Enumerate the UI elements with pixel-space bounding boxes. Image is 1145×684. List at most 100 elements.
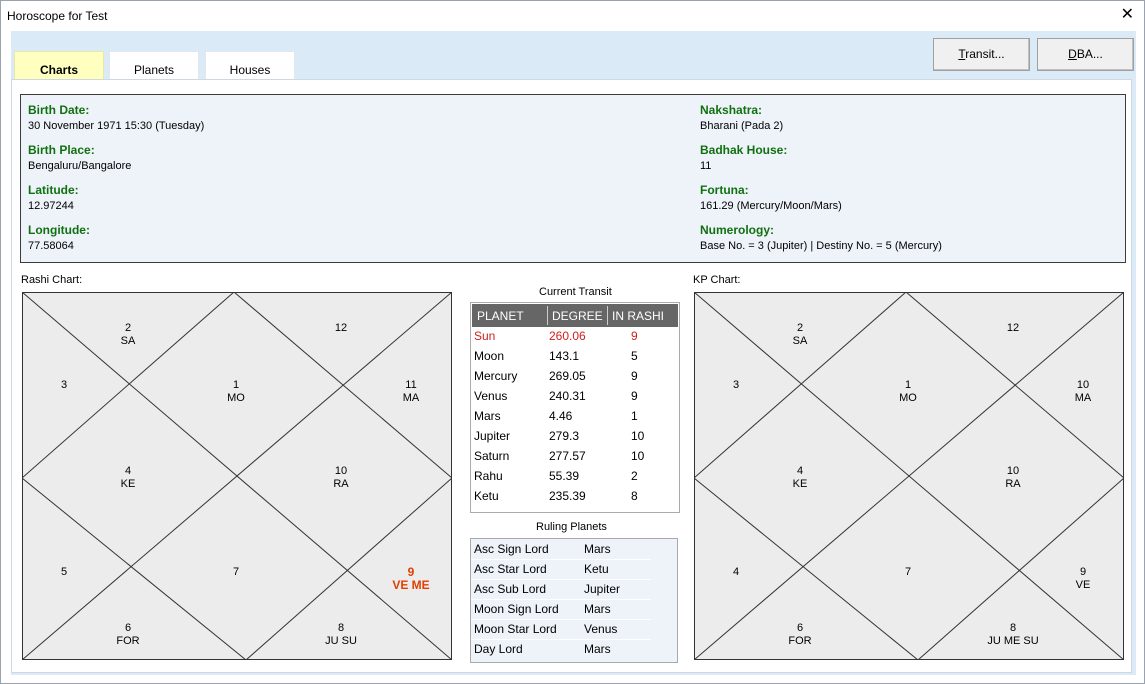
house-number: 8 [337, 622, 345, 634]
house-number: 7 [904, 566, 912, 578]
ruling-value: Mars [584, 642, 611, 656]
birth-place-value: Bengaluru/Bangalore [28, 160, 132, 172]
header-in-rashi: IN RASHI [612, 309, 665, 323]
transit-planet: Mars [474, 409, 501, 423]
latitude-value: 12.97244 [28, 200, 74, 212]
house-4: 4 [706, 566, 766, 579]
house-4: 4 KE [770, 465, 830, 491]
house-planets: SA [792, 335, 808, 347]
house-number: 4 [796, 465, 804, 477]
house-12: 12 [983, 322, 1043, 335]
transit-button[interactable]: Transit... [933, 38, 1030, 71]
close-icon[interactable]: ✕ [1121, 5, 1134, 25]
house-number: 3 [732, 379, 740, 391]
house-3: 3 [34, 379, 94, 392]
house-number: 3 [60, 379, 68, 391]
transit-rashi: 2 [631, 469, 638, 483]
ruling-value: Ketu [584, 562, 609, 576]
ruling-label: Asc Sub Lord [474, 582, 547, 596]
charts-panel: Birth Date: 30 November 1971 15:30 (Tues… [11, 79, 1132, 673]
birth-info-box: Birth Date: 30 November 1971 15:30 (Tues… [20, 94, 1126, 263]
house-planets: VE ME [392, 578, 430, 592]
row-divider [471, 599, 651, 600]
ruling-label: Asc Sign Lord [474, 542, 549, 556]
house-10: 10 RA [983, 465, 1043, 491]
kp-chart[interactable]: 2 SA 12 3 1 MO 10 MA 4 KE 10 RA 4 7 9 VE 6 FOR 8 JU ME SU [694, 292, 1124, 660]
dba-button-label: BA... [1076, 47, 1103, 61]
house-number: 10 [334, 465, 348, 477]
ruling-label: Moon Sign Lord [474, 602, 559, 616]
house-number: 4 [124, 465, 132, 477]
house-planets: FOR [788, 635, 812, 647]
client-area: Charts Planets Houses Transit... DBA... … [11, 31, 1136, 675]
app-window: Horoscope for Test ✕ Charts Planets Hous… [0, 0, 1145, 684]
header-planet: PLANET [477, 309, 524, 323]
transit-rashi: 9 [631, 329, 638, 343]
rashi-chart[interactable]: 2 SA 12 3 1 MO 11 MA 4 KE 10 RA 5 7 9 VE ME 6 FOR 8 JU SU [22, 292, 452, 660]
house-2: 2 SA [98, 322, 158, 348]
house-planets: MA [402, 392, 420, 404]
ruling-label: Asc Star Lord [474, 562, 547, 576]
numerology-value: Base No. = 3 (Jupiter) | Destiny No. = 5… [700, 240, 942, 252]
transit-degree: 55.39 [549, 469, 580, 483]
house-7: 7 [878, 566, 938, 579]
transit-rashi: 5 [631, 349, 638, 363]
house-planets: VE [1075, 579, 1091, 591]
ruling-label: Moon Star Lord [474, 622, 557, 636]
house-2: 2 SA [770, 322, 830, 348]
ruling-planets-title: Ruling Planets [536, 521, 607, 533]
transit-degree: 240.31 [549, 389, 586, 403]
nakshatra-label: Nakshatra: [700, 103, 763, 117]
transit-planet: Sun [474, 329, 496, 343]
house-10: 10 RA [311, 465, 371, 491]
house-number: 5 [60, 566, 68, 578]
badhak-house-value: 11 [700, 160, 712, 172]
rashi-chart-caption: Rashi Chart: [21, 274, 83, 286]
transit-rashi: 10 [631, 429, 645, 443]
dba-accelerator: D [1068, 47, 1077, 61]
badhak-house-label: Badhak House: [700, 143, 788, 157]
house-number: 12 [334, 322, 348, 334]
ruling-label: Day Lord [474, 642, 523, 656]
house-number: 9 [1079, 566, 1087, 578]
transit-planet: Jupiter [474, 429, 511, 443]
house-number: 10 [1076, 379, 1090, 391]
birth-date-label: Birth Date: [28, 103, 90, 117]
house-number: 10 [1006, 465, 1020, 477]
transit-rashi: 9 [631, 389, 638, 403]
house-8: 8 JU ME SU [983, 622, 1043, 648]
title-bar: Horoscope for Test ✕ [1, 1, 1144, 31]
house-number: 1 [904, 379, 912, 391]
row-divider [471, 559, 651, 560]
birth-date-value: 30 November 1971 15:30 (Tuesday) [28, 120, 205, 132]
house-number: 7 [232, 566, 240, 578]
transit-planet: Rahu [474, 469, 503, 483]
latitude-label: Latitude: [28, 183, 79, 197]
dba-button[interactable]: DBA... [1037, 38, 1134, 71]
transit-degree: 269.05 [549, 369, 586, 383]
house-6: 6 FOR [770, 622, 830, 648]
ruling-planets-table: Asc Sign Lord Mars Asc Star Lord Ketu Asc Su… [470, 538, 678, 663]
house-number: 6 [124, 622, 132, 634]
house-3: 3 [706, 379, 766, 392]
house-number: 6 [796, 622, 804, 634]
ruling-value: Venus [584, 622, 618, 636]
house-8: 8 JU SU [311, 622, 371, 648]
transit-table-header: PLANET DEGREE IN RASHI [472, 304, 678, 327]
house-1: 1 MO [878, 379, 938, 405]
birth-place-label: Birth Place: [28, 143, 95, 157]
transit-rashi: 9 [631, 369, 638, 383]
house-5: 5 [34, 566, 94, 579]
house-planets: MA [1074, 392, 1092, 404]
transit-planet: Mercury [474, 369, 518, 383]
house-11: 11 MA [381, 379, 441, 405]
transit-degree: 143.1 [549, 349, 580, 363]
header-separator [547, 306, 548, 325]
house-planets: JU SU [325, 635, 357, 647]
current-transit-title: Current Transit [539, 286, 612, 298]
house-number: 4 [732, 566, 740, 578]
transit-rashi: 10 [631, 449, 645, 463]
house-planets: RA [1005, 478, 1021, 490]
header-separator [607, 306, 608, 325]
house-6: 6 FOR [98, 622, 158, 648]
